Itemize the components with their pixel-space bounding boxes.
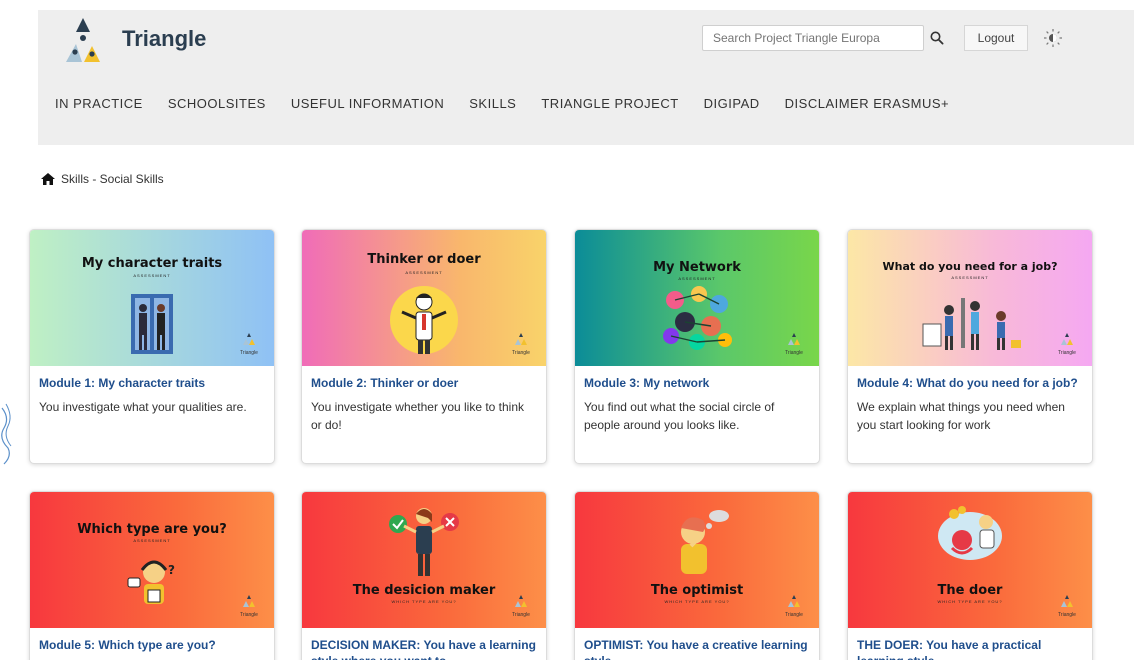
- module-card[interactable]: The doer WHICH TYPE ARE YOU? Triangle TH…: [847, 491, 1093, 660]
- triangle-logo-icon: [788, 333, 800, 345]
- badge-label: Triangle: [512, 350, 530, 356]
- triangle-logo-icon: [1061, 595, 1073, 607]
- card-image-title: Which type are you?: [77, 522, 227, 537]
- card-title[interactable]: OPTIMIST: You have a creative learning s…: [584, 637, 810, 660]
- site-header: Triangle Logout IN PRACTICE: [38, 10, 1134, 145]
- card-image: The desicion maker WHICH TYPE ARE YOU? T…: [302, 492, 546, 628]
- triangle-badge: Triangle: [783, 594, 805, 618]
- module-card[interactable]: The desicion maker WHICH TYPE ARE YOU? T…: [301, 491, 547, 660]
- card-title[interactable]: Module 1: My character traits: [39, 375, 265, 391]
- card-image: My Network ASSESSMENT Triangle: [575, 230, 819, 366]
- triangle-badge: Triangle: [1056, 594, 1078, 618]
- nav-item-disclaimer-erasmus[interactable]: DISCLAIMER ERASMUS+: [785, 96, 949, 111]
- card-image: Which type are you? ASSESSMENT ? Triangl…: [30, 492, 274, 628]
- badge-label: Triangle: [512, 612, 530, 618]
- badge-label: Triangle: [1058, 350, 1076, 356]
- card-image-title: My Network: [653, 260, 741, 275]
- theme-toggle-button[interactable]: [1041, 26, 1065, 50]
- triangle-badge: Triangle: [1056, 332, 1078, 356]
- page: Triangle Logout IN PRACTICE: [0, 0, 1134, 660]
- triangle-logo-icon: [243, 595, 255, 607]
- search-input[interactable]: [702, 25, 924, 51]
- card-image-title: Thinker or doer: [367, 252, 481, 267]
- card-title[interactable]: DECISION MAKER: You have a learning styl…: [311, 637, 537, 660]
- breadcrumb: Skills - Social Skills: [41, 172, 164, 186]
- card-image: The optimist WHICH TYPE ARE YOU? Triangl…: [575, 492, 819, 628]
- breadcrumb-text[interactable]: Skills - Social Skills: [61, 172, 164, 186]
- card-title[interactable]: Module 3: My network: [584, 375, 810, 391]
- card-image-subtitle: ASSESSMENT: [133, 273, 171, 278]
- triangle-logo-icon: [243, 333, 255, 345]
- module-card[interactable]: Which type are you? ASSESSMENT ? Triangl…: [29, 491, 275, 660]
- card-description: You investigate what your qualities are.: [39, 400, 247, 414]
- card-image: My character traits ASSESSMENT Triangle: [30, 230, 274, 366]
- brand-name[interactable]: Triangle: [122, 26, 206, 52]
- card-image-title: What do you need for a job?: [882, 260, 1058, 273]
- sun-icon: [1044, 29, 1062, 47]
- card-title[interactable]: THE DOER: You have a practical learning …: [857, 637, 1083, 660]
- badge-label: Triangle: [785, 612, 803, 618]
- search-icon: [930, 31, 944, 45]
- triangle-logo-icon: [788, 595, 800, 607]
- card-description: You investigate whether you like to thin…: [311, 400, 525, 432]
- edge-decoration-icon: [1, 403, 12, 465]
- optimist-illustration-icon: [681, 510, 729, 574]
- thinker-illustration-icon: [390, 286, 458, 354]
- card-description: You find out what the social circle of p…: [584, 400, 775, 432]
- triangle-logo-icon: [515, 333, 527, 345]
- nav-item-digipad[interactable]: DIGIPAD: [704, 96, 760, 111]
- triangle-logo-icon[interactable]: [54, 14, 112, 66]
- card-image-subtitle: ASSESSMENT: [951, 275, 989, 280]
- module-card[interactable]: What do you need for a job? ASSESSMENT T…: [847, 229, 1093, 464]
- card-image-subtitle: ASSESSMENT: [678, 276, 716, 281]
- module-card[interactable]: The optimist WHICH TYPE ARE YOU? Triangl…: [574, 491, 820, 660]
- module-card[interactable]: Thinker or doer ASSESSMENT Triangle Modu…: [301, 229, 547, 464]
- decision-maker-illustration-icon: [389, 508, 459, 576]
- main-nav: IN PRACTICE SCHOOLSITES USEFUL INFORMATI…: [55, 96, 974, 111]
- card-image: Thinker or doer ASSESSMENT Triangle: [302, 230, 546, 366]
- module-card[interactable]: My character traits ASSESSMENT Triangle …: [29, 229, 275, 464]
- triangle-logo-icon: [515, 595, 527, 607]
- card-image: What do you need for a job? ASSESSMENT T…: [848, 230, 1092, 366]
- triangle-badge: Triangle: [510, 594, 532, 618]
- home-icon[interactable]: [41, 173, 55, 185]
- svg-text:?: ?: [168, 563, 175, 577]
- job-illustration-icon: [922, 298, 1021, 350]
- card-image-title: My character traits: [81, 256, 223, 271]
- nav-item-schoolsites[interactable]: SCHOOLSITES: [168, 96, 266, 111]
- badge-label: Triangle: [1058, 612, 1076, 618]
- triangle-badge: Triangle: [238, 332, 260, 356]
- nav-item-skills[interactable]: SKILLS: [469, 96, 516, 111]
- card-image-subtitle: ASSESSMENT: [405, 270, 443, 275]
- badge-label: Triangle: [240, 350, 258, 356]
- doer-illustration-icon: [938, 506, 1002, 560]
- people-illustration-icon: [131, 294, 173, 354]
- nav-item-triangle-project[interactable]: TRIANGLE PROJECT: [541, 96, 678, 111]
- card-image: The doer WHICH TYPE ARE YOU? Triangle: [848, 492, 1092, 628]
- nav-item-useful-information[interactable]: USEFUL INFORMATION: [291, 96, 444, 111]
- card-image-subtitle: ASSESSMENT: [133, 538, 171, 543]
- search-button[interactable]: [924, 25, 950, 51]
- nav-item-in-practice[interactable]: IN PRACTICE: [55, 96, 143, 111]
- network-illustration-icon: [663, 286, 732, 350]
- triangle-logo-icon: [1061, 333, 1073, 345]
- module-card[interactable]: My Network ASSESSMENT Triangle Module 3:…: [574, 229, 820, 464]
- card-title[interactable]: Module 2: Thinker or doer: [311, 375, 537, 391]
- card-description: We explain what things you need when you…: [857, 400, 1065, 432]
- triangle-badge: Triangle: [238, 594, 260, 618]
- badge-label: Triangle: [240, 612, 258, 618]
- triangle-badge: Triangle: [783, 332, 805, 356]
- logout-button[interactable]: Logout: [964, 25, 1028, 51]
- headset-person-illustration-icon: ?: [127, 560, 175, 604]
- card-title[interactable]: Module 4: What do you need for a job?: [857, 375, 1083, 391]
- card-title[interactable]: Module 5: Which type are you?: [39, 637, 265, 653]
- triangle-badge: Triangle: [510, 332, 532, 356]
- badge-label: Triangle: [785, 350, 803, 356]
